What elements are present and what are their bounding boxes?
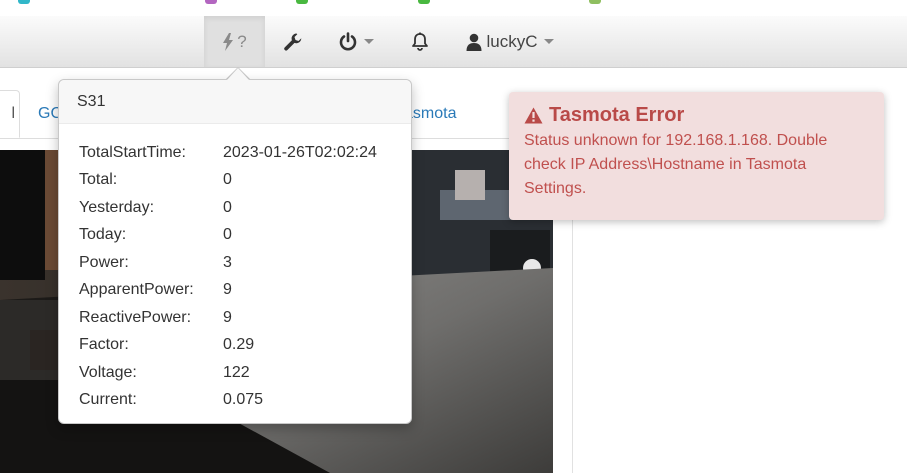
toast-title: Tasmota Error — [549, 104, 685, 126]
row-value: 3 — [223, 253, 232, 271]
lightning-icon — [223, 32, 234, 51]
chevron-down-icon — [364, 39, 374, 44]
row-key: Today: — [79, 226, 127, 244]
row-value: 9 — [223, 281, 232, 299]
row-key: Factor: — [79, 336, 129, 354]
table-row: Current: 0.075 — [79, 387, 377, 415]
top-navbar: ? luckyC — [0, 16, 907, 68]
row-key: ReactivePower: — [79, 308, 192, 326]
table-row: Yesterday: 0 — [79, 194, 377, 222]
bookmark-icon[interactable] — [418, 0, 430, 4]
table-row: ReactivePower: 9 — [79, 304, 377, 332]
table-row: Power: 3 — [79, 249, 377, 277]
tab-label: l — [11, 105, 15, 122]
row-value: 0 — [223, 226, 232, 244]
row-value: 9 — [223, 308, 232, 326]
device-status-popover: S31 TotalStartTime: 2023-01-26T02:02:24 T… — [58, 79, 412, 424]
popover-title: S31 — [59, 80, 411, 124]
row-key: Yesterday: — [79, 198, 155, 216]
power-icon — [339, 31, 357, 50]
tasmota-error-notification[interactable]: Tasmota Error Status unknown for 192.168… — [509, 92, 884, 220]
row-key: Total: — [79, 171, 118, 189]
table-row: ApparentPower: 9 — [79, 277, 377, 305]
user-name: luckyC — [486, 31, 538, 51]
browser-bookmark-strip — [0, 0, 907, 17]
row-value: 0.29 — [223, 336, 255, 354]
bell-icon — [412, 32, 428, 51]
row-value: 0 — [223, 171, 232, 189]
wrench-icon — [283, 33, 301, 51]
user-menu[interactable]: luckyC — [460, 16, 560, 67]
bookmark-icon[interactable] — [589, 0, 601, 4]
toast-message: Status unknown for 192.168.1.168. Double… — [524, 132, 828, 197]
table-row: Today: 0 — [79, 222, 377, 250]
row-value: 0.075 — [223, 391, 264, 409]
row-value: 0 — [223, 198, 232, 216]
notifications-button[interactable] — [400, 16, 440, 67]
warning-icon — [524, 107, 543, 124]
bookmark-icon[interactable] — [296, 0, 308, 4]
chevron-down-icon — [543, 39, 554, 44]
row-key: TotalStartTime: — [79, 143, 186, 161]
device-status-table: TotalStartTime: 2023-01-26T02:02:24 Total… — [79, 139, 377, 414]
row-value: 2023-01-26T02:02:24 — [223, 143, 377, 161]
row-key: ApparentPower: — [79, 281, 194, 299]
power-menu-button[interactable] — [330, 16, 382, 67]
tab-active[interactable]: l — [0, 90, 20, 138]
row-key: Voltage: — [79, 363, 137, 381]
table-row: Voltage: 122 — [79, 359, 377, 387]
help-glyph: ? — [237, 31, 247, 51]
popover-arrow-inner — [227, 68, 249, 80]
tasmota-status-button[interactable]: ? — [204, 16, 265, 67]
row-value: 122 — [223, 363, 250, 381]
table-row: Total: 0 — [79, 167, 377, 195]
row-key: Current: — [79, 391, 137, 409]
toast-header: Tasmota Error — [524, 104, 870, 127]
row-key: Power: — [79, 253, 129, 271]
user-icon — [466, 33, 482, 51]
settings-button[interactable] — [270, 16, 315, 67]
table-row: Factor: 0.29 — [79, 332, 377, 360]
table-row: TotalStartTime: 2023-01-26T02:02:24 — [79, 139, 377, 167]
bookmark-icon[interactable] — [205, 0, 217, 4]
bookmark-icon[interactable] — [18, 0, 30, 4]
